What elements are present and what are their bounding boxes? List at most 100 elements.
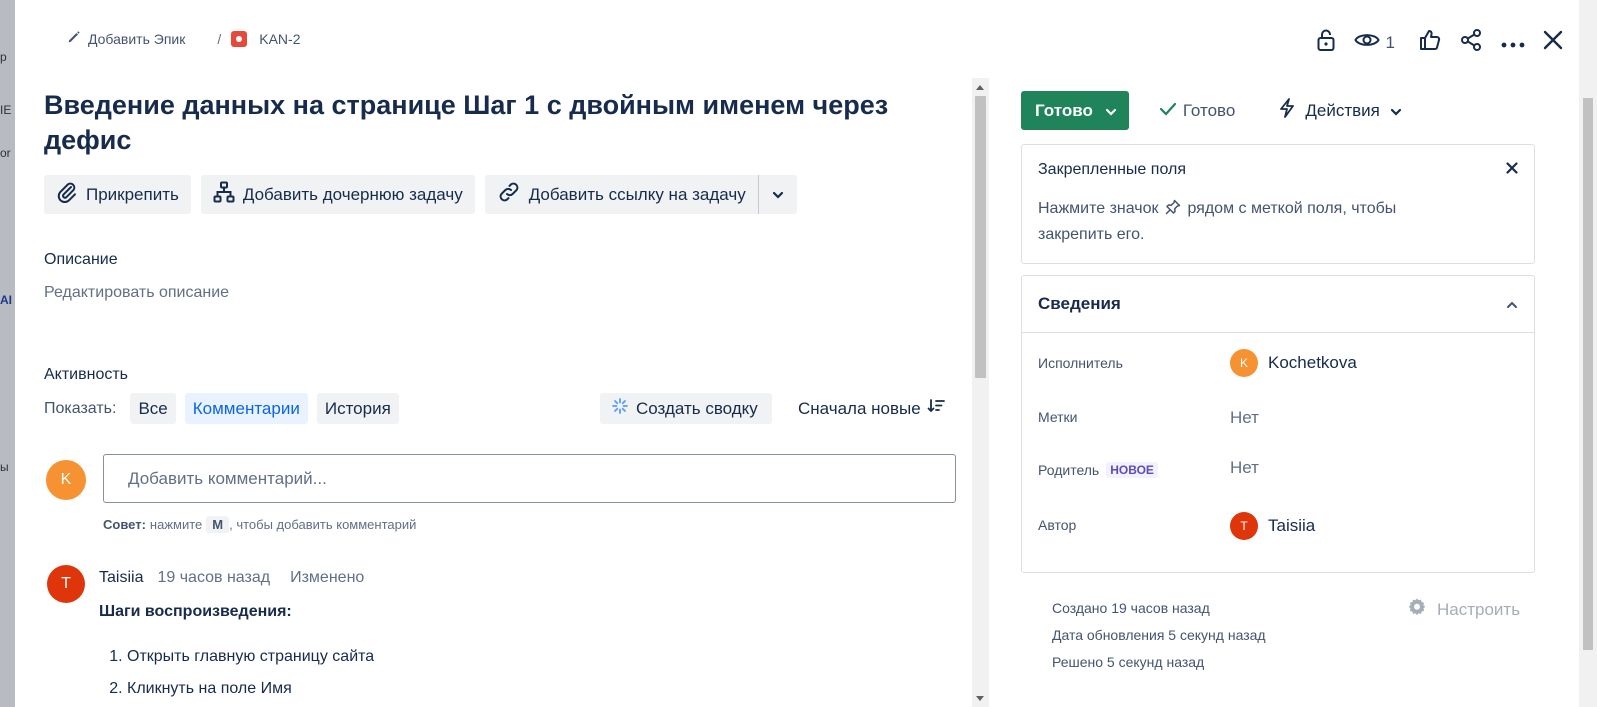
list-item: Открыть главную страницу сайта	[127, 647, 374, 667]
filter-comments[interactable]: Комментарии	[184, 393, 308, 424]
add-comment-input[interactable]: Добавить комментарий...	[103, 454, 956, 503]
scrollbar-thumb[interactable]	[1583, 98, 1593, 650]
tip-suffix: , чтобы добавить комментарий	[229, 517, 417, 532]
lightning-icon	[1279, 98, 1295, 123]
main-column-scrollbar[interactable]	[972, 78, 989, 707]
hierarchy-icon	[213, 181, 235, 208]
add-child-issue-button[interactable]: Добавить дочернюю задачу	[200, 175, 475, 214]
create-summary-label: Создать сводку	[636, 398, 758, 418]
resolution-label: Готово	[1182, 100, 1236, 120]
comment-steps-list: Открыть главную страницу сайта Кликнуть …	[99, 647, 374, 699]
comment-time[interactable]: 19 часов назад	[157, 569, 270, 587]
scroll-up-arrow[interactable]	[976, 85, 984, 90]
paperclip-icon	[56, 181, 78, 208]
background-text: р	[0, 50, 7, 64]
watch-button[interactable]: 1	[1353, 31, 1395, 54]
eye-icon	[1353, 31, 1380, 54]
issue-modal: Добавить Эпик / KAN-2 1 Введение данных …	[15, 0, 1597, 707]
share-button[interactable]	[1459, 28, 1483, 57]
tip-prefix: Совет:	[103, 517, 146, 532]
chevron-down-icon	[772, 186, 784, 204]
sparkle-icon	[612, 398, 628, 419]
create-summary-button[interactable]: Создать сводку	[600, 393, 772, 424]
page-scrollbar[interactable]	[1579, 0, 1597, 707]
issue-title[interactable]: Введение данных на странице Шаг 1 с двой…	[44, 88, 924, 158]
background-text: or	[0, 146, 11, 160]
details-heading: Сведения	[1038, 294, 1121, 313]
resolution-indicator: Готово	[1159, 100, 1236, 121]
chevron-down-icon	[1390, 101, 1402, 121]
link-issue-dropdown[interactable]	[757, 175, 797, 214]
comment-header: Taisiia 19 часов назад Изменено	[99, 569, 364, 587]
attach-button[interactable]: Прикрепить	[44, 175, 191, 214]
close-pinned-button[interactable]	[1506, 161, 1518, 179]
comment-body: Шаги воспроизведения: Открыть главную ст…	[99, 603, 374, 707]
issue-dates: Создано 19 часов назад Дата обновления 5…	[1052, 595, 1266, 676]
scrollbar-thumb[interactable]	[975, 96, 986, 378]
list-item: Кликнуть на поле Имя	[127, 679, 374, 699]
description-section: Описание Редактировать описание	[44, 251, 974, 302]
details-panel: Сведения Исполнитель K Kochetkova Метки …	[1021, 275, 1535, 573]
issue-key-link[interactable]: KAN-2	[231, 30, 301, 47]
check-icon	[1159, 101, 1177, 121]
parent-label: Родитель	[1038, 462, 1100, 478]
assignee-field[interactable]: K Kochetkova	[1230, 349, 1357, 377]
vote-button[interactable]	[1419, 29, 1441, 56]
issue-toolbar: Прикрепить Добавить дочернюю задачу Доба…	[44, 175, 974, 214]
filter-all[interactable]: Все	[130, 393, 176, 424]
close-modal-button[interactable]	[1543, 30, 1563, 55]
background-text: ы	[0, 460, 9, 474]
add-epic-label: Добавить Эпик	[88, 30, 186, 47]
scroll-down-arrow[interactable]	[976, 696, 984, 701]
restrictions-button[interactable]	[1316, 28, 1336, 57]
avatar: K	[1230, 349, 1258, 377]
issue-sidebar: Готово Готово Действия Закрепленные поля…	[1021, 78, 1541, 573]
more-icon	[1501, 33, 1525, 53]
close-icon	[1506, 161, 1518, 178]
actions-label: Действия	[1305, 100, 1380, 120]
description-editor[interactable]: Редактировать описание	[44, 284, 974, 302]
assignee-name: Kochetkova	[1268, 353, 1357, 372]
comment-tip: Совет: нажмите M , чтобы добавить коммен…	[103, 516, 416, 533]
thumbs-up-icon	[1419, 29, 1441, 56]
pinned-fields-hint: Нажмите значок рядом с меткой поля, чтоб…	[1038, 197, 1438, 247]
details-header[interactable]: Сведения	[1022, 276, 1534, 333]
unlock-icon	[1316, 28, 1336, 57]
activity-heading: Активность	[44, 366, 129, 383]
sort-order-button[interactable]: Сначала новые	[798, 398, 945, 419]
issue-top-actions: 1	[1316, 28, 1563, 57]
created-date: Создано 19 часов назад	[1052, 600, 1210, 616]
status-button[interactable]: Готово	[1021, 91, 1129, 130]
link-issue-label: Добавить ссылку на задачу	[528, 184, 746, 204]
breadcrumb: Добавить Эпик / KAN-2	[67, 30, 300, 47]
comment-author-avatar[interactable]: T	[47, 565, 85, 603]
comment-author[interactable]: Taisiia	[99, 569, 143, 587]
reporter-label: Автор	[1038, 517, 1077, 533]
link-issue-button[interactable]: Добавить ссылку на задачу	[485, 175, 758, 214]
reporter-field[interactable]: T Taisiia	[1230, 512, 1315, 540]
labels-value[interactable]: Нет	[1230, 408, 1259, 428]
gear-icon	[1407, 597, 1427, 622]
more-actions-button[interactable]	[1501, 33, 1525, 53]
sort-label: Сначала новые	[798, 398, 921, 418]
configure-button[interactable]: Настроить	[1407, 597, 1520, 622]
bug-icon	[231, 30, 248, 47]
attach-label: Прикрепить	[86, 184, 179, 204]
link-issue-split-button: Добавить ссылку на задачу	[484, 175, 797, 214]
add-epic-link[interactable]: Добавить Эпик	[67, 30, 185, 47]
issue-main-column: Введение данных на странице Шаг 1 с двой…	[44, 78, 974, 707]
parent-value[interactable]: Нет	[1230, 458, 1259, 478]
issue-key: KAN-2	[259, 30, 301, 47]
assignee-label: Исполнитель	[1038, 355, 1123, 371]
keyboard-shortcut: M	[206, 516, 230, 533]
tip-press: нажмите	[149, 517, 203, 532]
actions-menu-button[interactable]: Действия	[1279, 98, 1401, 123]
background-text: IE	[0, 103, 12, 117]
show-label: Показать:	[44, 399, 117, 417]
new-badge: НОВОЕ	[1106, 462, 1158, 478]
add-child-label: Добавить дочернюю задачу	[242, 184, 463, 204]
reporter-name: Taisiia	[1268, 516, 1316, 535]
avatar: T	[1230, 512, 1258, 540]
sort-icon	[927, 398, 945, 419]
filter-history[interactable]: История	[316, 393, 399, 424]
